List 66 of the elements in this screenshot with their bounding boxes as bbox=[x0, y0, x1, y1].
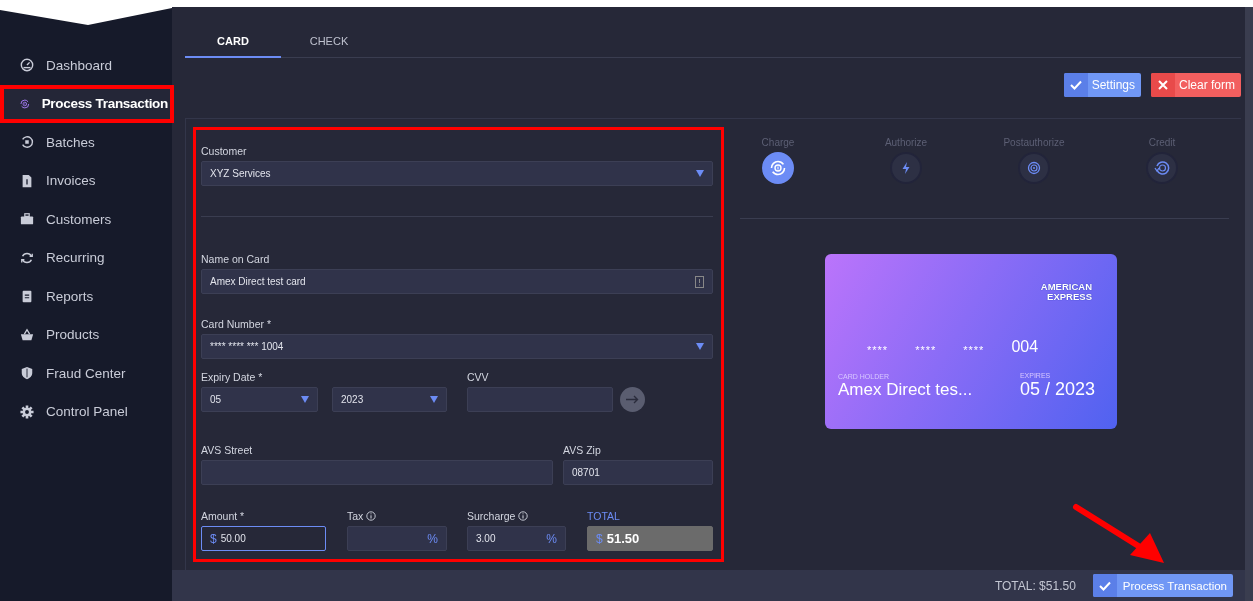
close-icon bbox=[1158, 80, 1168, 90]
check-icon bbox=[1098, 580, 1111, 591]
field-label: Surcharge bbox=[467, 509, 529, 523]
sidebar-item[interactable]: Products bbox=[0, 315, 172, 354]
caret-icon bbox=[430, 396, 438, 403]
card-number-group: **** bbox=[915, 344, 937, 356]
input-field[interactable]: Amex Direct test card bbox=[201, 269, 713, 294]
info-icon bbox=[366, 511, 377, 521]
field-label: Tax bbox=[347, 509, 377, 523]
next-button[interactable] bbox=[620, 387, 645, 412]
dollar-cycle-icon bbox=[770, 160, 786, 176]
input-field[interactable]: $ 50.00 bbox=[201, 526, 326, 551]
card-expiry: 05 / 2023 bbox=[1019, 379, 1095, 400]
field-label: CVV bbox=[467, 370, 489, 384]
sidebar-item[interactable]: Reports bbox=[0, 277, 172, 316]
sidebar-item[interactable]: Customers bbox=[0, 200, 172, 239]
sidebar-item[interactable]: Process Transaction bbox=[0, 84, 174, 123]
caret-icon bbox=[301, 396, 309, 403]
sidebar-item[interactable]: Fraud Center bbox=[0, 354, 172, 393]
refresh-icon bbox=[20, 250, 34, 265]
sidebar-item[interactable]: Recurring bbox=[0, 238, 172, 277]
card-number-group: 004 bbox=[1011, 338, 1039, 356]
field-label: AVS Street bbox=[201, 443, 253, 457]
card-number-group: **** bbox=[963, 344, 985, 356]
shield-icon bbox=[20, 366, 34, 381]
document-icon bbox=[20, 173, 34, 188]
caret-icon bbox=[696, 170, 704, 177]
clipboard-icon bbox=[20, 289, 34, 304]
sidebar-item[interactable]: Invoices bbox=[0, 161, 172, 200]
sidebar-item[interactable]: Control Panel bbox=[0, 392, 172, 431]
input-field[interactable]: 3.00 % bbox=[467, 526, 566, 551]
field-label: Card Number * bbox=[201, 317, 272, 331]
input-field[interactable]: % bbox=[347, 526, 447, 551]
select-field[interactable]: **** **** *** 1004 bbox=[201, 334, 713, 359]
info-icon bbox=[518, 511, 529, 521]
card-holder: Amex Direct tes... bbox=[838, 380, 973, 400]
field-label: AVS Zip bbox=[563, 443, 601, 457]
input-field[interactable]: 08701 bbox=[563, 460, 713, 485]
check-icon bbox=[1069, 80, 1082, 90]
basket-icon bbox=[20, 327, 34, 342]
field-label: Customer bbox=[201, 144, 247, 158]
card-number-group: **** bbox=[867, 344, 889, 356]
select-field[interactable]: 2023 bbox=[332, 387, 447, 412]
field-label: Expiry Date * bbox=[201, 370, 263, 384]
briefcase-icon bbox=[20, 212, 34, 227]
field-label: Name on Card bbox=[201, 252, 270, 266]
caret-icon bbox=[696, 343, 704, 350]
field-label: TOTAL bbox=[587, 509, 620, 523]
tab[interactable]: CHECK bbox=[281, 26, 377, 58]
arrow-right-icon bbox=[626, 395, 639, 404]
gauge-icon bbox=[20, 58, 34, 73]
brand-logo: AMERICAN EXPRESS bbox=[1039, 282, 1092, 302]
history-icon bbox=[20, 135, 34, 150]
sidebar-item[interactable]: Dashboard bbox=[0, 46, 172, 85]
select-field[interactable]: XYZ Services bbox=[201, 161, 713, 186]
dollar-return-icon bbox=[1154, 160, 1170, 176]
tab[interactable]: CARD bbox=[185, 26, 281, 58]
field-label: Amount * bbox=[201, 509, 245, 523]
total-display: $ 51.50 bbox=[587, 526, 713, 551]
footer-total: TOTAL: $51.50 bbox=[994, 578, 1076, 593]
gear-icon bbox=[20, 404, 34, 419]
input-field[interactable] bbox=[201, 460, 553, 485]
input-field[interactable] bbox=[467, 387, 613, 412]
select-field[interactable]: 05 bbox=[201, 387, 318, 412]
sidebar-item[interactable]: Batches bbox=[0, 123, 172, 162]
scrollbar[interactable] bbox=[1245, 7, 1253, 601]
